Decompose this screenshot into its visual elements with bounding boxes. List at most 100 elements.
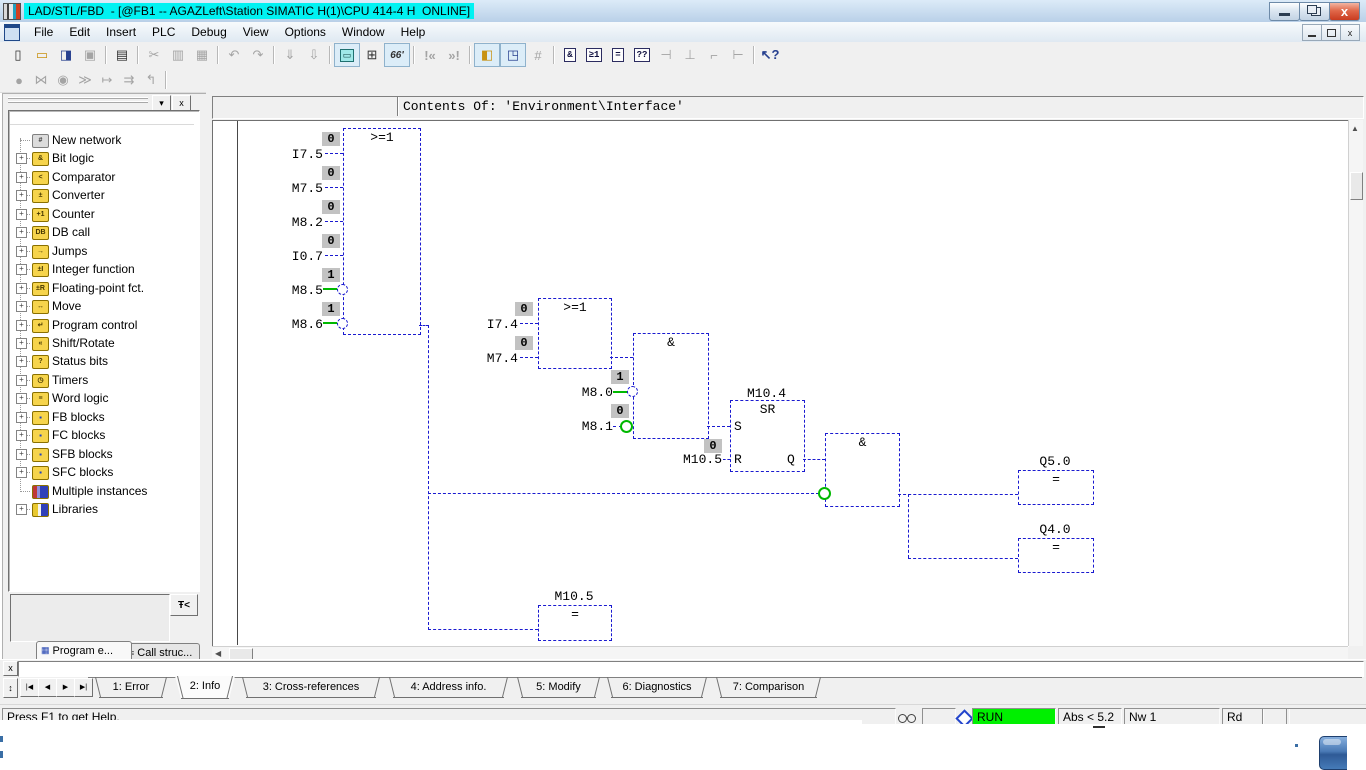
panel-combo-button[interactable]: ▾ [152, 95, 171, 111]
operand-M8.0[interactable]: M8.0 [557, 385, 613, 400]
close-branch-button[interactable]: ⊢ [726, 44, 750, 66]
expand-plus-icon[interactable]: + [16, 356, 27, 367]
mdi-minimize-button[interactable] [1302, 24, 1322, 41]
open-station-button[interactable]: ◨ [54, 44, 78, 66]
sidebar-item-sfc-blocks[interactable]: +▪SFC blocks [12, 463, 200, 481]
expand-plus-icon[interactable]: + [16, 504, 27, 515]
next-statement-button[interactable]: ↦ [96, 70, 118, 90]
sidebar-item-status-bits[interactable]: +?Status bits [12, 352, 200, 370]
expand-plus-icon[interactable]: + [16, 264, 27, 275]
copy-button[interactable]: ▥ [166, 44, 190, 66]
operand-M8.6[interactable]: M8.6 [267, 317, 323, 332]
tab-first-button[interactable]: |◀ [20, 678, 39, 697]
expand-plus-icon[interactable]: + [16, 412, 27, 423]
sidebar-item-move[interactable]: +↔Move [12, 297, 200, 315]
expand-plus-icon[interactable]: + [16, 283, 27, 294]
sidebar-item-db-call[interactable]: +DBDB call [12, 223, 200, 241]
sidebar-item-converter[interactable]: +±Converter [12, 186, 200, 204]
menu-edit[interactable]: Edit [61, 22, 98, 42]
undo-button[interactable]: ↶ [222, 44, 246, 66]
print-button[interactable]: ▤ [110, 44, 134, 66]
redo-button[interactable]: ↷ [246, 44, 270, 66]
monitor-button[interactable]: 66' [384, 43, 410, 67]
panel-close-button[interactable]: x [172, 95, 191, 111]
sidebar-item-bit-logic[interactable]: +&Bit logic [12, 149, 200, 167]
expand-plus-icon[interactable]: + [16, 172, 27, 183]
cut-button[interactable]: ✂ [142, 44, 166, 66]
m105-address[interactable]: M10.5 [538, 589, 610, 604]
open-button[interactable]: ▭ [30, 44, 54, 66]
assign-block-q4[interactable]: = [1018, 538, 1094, 573]
tab-next-button[interactable]: ▶ [56, 678, 75, 697]
or-block-2[interactable]: >=1 [538, 298, 612, 369]
tab-comparison[interactable]: 7: Comparison [714, 677, 823, 698]
sr-address[interactable]: M10.4 [730, 386, 803, 401]
download-connections-button[interactable]: ⇓ [278, 44, 302, 66]
tab-last-button[interactable]: ▶| [74, 678, 93, 697]
message-panel-close-button[interactable]: x [3, 661, 18, 676]
program-elements-button[interactable]: ▭ [334, 43, 360, 67]
and-block-2[interactable]: & [825, 433, 900, 507]
operand-I7.4[interactable]: I7.4 [462, 317, 518, 332]
expand-plus-icon[interactable]: + [16, 190, 27, 201]
binary-input-button[interactable]: ⊣ [654, 44, 678, 66]
sidebar-item-timers[interactable]: +◷Timers [12, 371, 200, 389]
operand-M8.2[interactable]: M8.2 [267, 215, 323, 230]
insert-empty-box-button[interactable]: ?? [630, 44, 654, 66]
expand-plus-icon[interactable]: + [16, 246, 27, 257]
sidebar-item-integer-function[interactable]: +±IInteger function [12, 260, 200, 278]
insert-or-box-button[interactable]: ≥1 [582, 44, 606, 66]
open-branch-button[interactable]: ⌐ [702, 44, 726, 66]
sidebar-item-fc-blocks[interactable]: +▪FC blocks [12, 426, 200, 444]
tab-error[interactable]: 1: Error [93, 677, 169, 698]
symbol-representation-button[interactable]: ⊞ [360, 44, 384, 66]
menu-plc[interactable]: PLC [144, 22, 183, 42]
help-select-button[interactable]: ↖? [758, 44, 782, 66]
paste-button[interactable]: ▦ [190, 44, 214, 66]
sidebar-item-word-logic[interactable]: +≡Word logic [12, 389, 200, 407]
expand-plus-icon[interactable]: + [16, 227, 27, 238]
vertical-scrollbar[interactable]: ▲ [1348, 120, 1363, 646]
panel-splitter-button[interactable]: ↕ [3, 678, 18, 698]
tab-program-elements[interactable]: ▦Program e... [36, 641, 132, 659]
insert-assign-button[interactable]: = [606, 44, 630, 66]
menu-debug[interactable]: Debug [183, 22, 234, 42]
restore-button[interactable] [1299, 2, 1330, 21]
operand-M10.5[interactable]: M10.5 [666, 452, 722, 467]
q4-address[interactable]: Q4.0 [1018, 522, 1092, 537]
goto-previous-error-button[interactable]: !« [418, 44, 442, 66]
operand-I0.7[interactable]: I0.7 [267, 249, 323, 264]
tab-diagnostics[interactable]: 6: Diagnostics [605, 677, 709, 698]
menu-help[interactable]: Help [393, 22, 434, 42]
tab-info[interactable]: 2: Info [175, 676, 235, 699]
menu-window[interactable]: Window [334, 22, 393, 42]
operand-M7.5[interactable]: M7.5 [267, 181, 323, 196]
mdi-window-icon[interactable] [4, 24, 20, 41]
execute-call-button[interactable]: ⇉ [118, 70, 140, 90]
operand-M8.5[interactable]: M8.5 [267, 283, 323, 298]
palette-corner-button[interactable]: Ŧ< [170, 594, 198, 616]
negate-input-button[interactable]: ⊥ [678, 44, 702, 66]
sidebar-item-sfb-blocks[interactable]: +▪SFB blocks [12, 445, 200, 463]
menu-file[interactable]: File [26, 22, 61, 42]
menu-options[interactable]: Options [277, 22, 334, 42]
sidebar-item-program-control[interactable]: +↵Program control [12, 316, 200, 334]
menu-view[interactable]: View [235, 22, 277, 42]
assign-block-q5[interactable]: = [1018, 470, 1094, 505]
save-button[interactable]: ▣ [78, 44, 102, 66]
expand-plus-icon[interactable]: + [16, 375, 27, 386]
breakpoints-active-button[interactable]: ◉ [52, 70, 74, 90]
operand-I7.5[interactable]: I7.5 [267, 147, 323, 162]
minimize-button[interactable] [1269, 2, 1300, 21]
sidebar-item-new-network[interactable]: #New network [12, 131, 200, 149]
close-button[interactable]: x [1329, 2, 1360, 21]
tab-modify[interactable]: 5: Modify [515, 677, 602, 698]
sidebar-item-floating-point[interactable]: +±RFloating-point fct. [12, 279, 200, 297]
delete-breakpoints-button[interactable]: ⋈ [30, 70, 52, 90]
overview-pane-button[interactable]: ◧ [474, 43, 500, 67]
expand-plus-icon[interactable]: + [16, 338, 27, 349]
expand-plus-icon[interactable]: + [16, 209, 27, 220]
scroll-left-icon[interactable]: ◀ [215, 649, 221, 658]
sidebar-item-counter[interactable]: ++1Counter [12, 205, 200, 223]
expand-plus-icon[interactable]: + [16, 449, 27, 460]
